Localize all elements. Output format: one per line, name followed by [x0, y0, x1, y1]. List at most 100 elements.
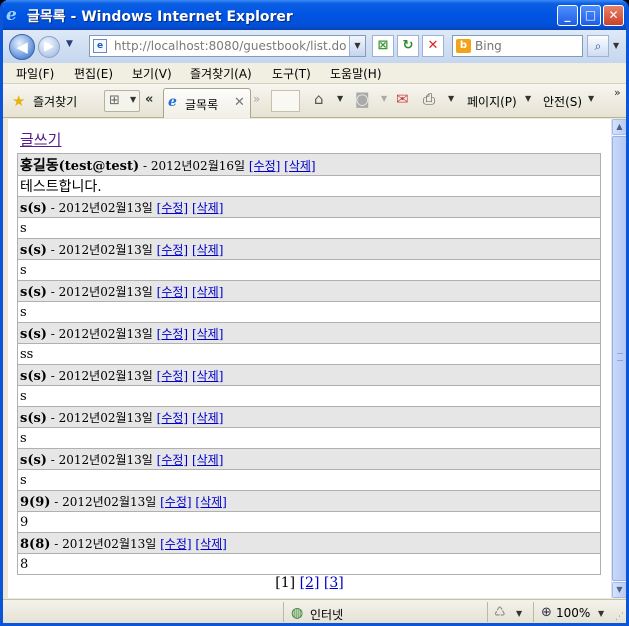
menu-tools[interactable]: 도구(T): [272, 65, 311, 82]
quick-tabs-button[interactable]: ⊞ ▼: [104, 90, 140, 112]
vertical-scrollbar[interactable]: ▲ ▼: [611, 119, 626, 598]
delete-link[interactable]: [삭제]: [192, 327, 223, 341]
page-link-3[interactable]: [3]: [324, 575, 344, 591]
protected-mode-icon[interactable]: ♺: [494, 605, 506, 620]
print-icon[interactable]: ⎙: [423, 90, 435, 108]
resize-grip-icon[interactable]: ⋰: [615, 612, 624, 622]
entry-email: (s): [27, 200, 47, 216]
edit-link[interactable]: [수정]: [160, 495, 191, 509]
edit-link[interactable]: [수정]: [157, 201, 188, 215]
tab-scroll-left-icon[interactable]: «: [145, 92, 153, 107]
entry-header-row: s(s) - 2012년02월13일 [수정] [삭제]: [17, 196, 601, 218]
search-input[interactable]: [475, 38, 579, 54]
delete-link[interactable]: [삭제]: [195, 495, 226, 509]
tab-title: 글목록: [185, 98, 219, 112]
menu-favorites[interactable]: 즐겨찾기(A): [190, 65, 252, 82]
minimize-button[interactable]: _: [557, 5, 578, 26]
recent-pages-dropdown-icon[interactable]: ▼: [66, 39, 73, 49]
address-bar[interactable]: e http://localhost:8080/guestbook/list.d…: [89, 35, 366, 57]
edit-link[interactable]: [수정]: [249, 159, 280, 173]
page-link-2[interactable]: [2]: [300, 575, 320, 591]
safety-dropdown-icon[interactable]: ▼: [588, 94, 594, 103]
close-window-button[interactable]: ✕: [603, 5, 624, 26]
address-dropdown-icon[interactable]: ▼: [349, 36, 365, 56]
forward-button[interactable]: ▶: [38, 36, 60, 58]
edit-link[interactable]: [수정]: [157, 411, 188, 425]
edit-link[interactable]: [수정]: [157, 369, 188, 383]
delete-link[interactable]: [삭제]: [192, 285, 223, 299]
title-bar[interactable]: e 글목록 - Windows Internet Explorer _ □ ✕: [3, 0, 626, 30]
page-viewport: 글쓰기 홍길동(test@test) - 2012년02월16일 [수정] [삭…: [8, 119, 611, 598]
feeds-icon[interactable]: ◙: [355, 90, 370, 108]
feeds-dropdown-icon[interactable]: ▼: [381, 94, 387, 103]
search-button[interactable]: ⌕: [587, 35, 609, 57]
edit-link[interactable]: [수정]: [157, 243, 188, 257]
tab-list-dropdown-icon[interactable]: ▼: [130, 95, 136, 104]
refresh-button[interactable]: ↻: [397, 35, 419, 57]
zoom-icon[interactable]: ⊕: [541, 605, 552, 620]
tab-close-icon[interactable]: ✕: [234, 95, 245, 110]
tab-scroll-right-icon[interactable]: »: [253, 92, 260, 106]
scroll-up-icon[interactable]: ▲: [612, 119, 626, 135]
stop-icon: ✕: [427, 38, 439, 53]
menu-help[interactable]: 도움말(H): [330, 65, 382, 82]
window-title: 글목록 - Windows Internet Explorer: [27, 9, 293, 25]
refresh-icon: ↻: [402, 38, 414, 53]
security-zone[interactable]: 인터넷: [310, 606, 343, 623]
delete-link[interactable]: [삭제]: [195, 537, 226, 551]
address-url[interactable]: http://localhost:8080/guestbook/list.do: [114, 39, 347, 53]
entry-content: s: [17, 469, 601, 491]
maximize-button[interactable]: □: [580, 5, 601, 26]
menu-file[interactable]: 파일(F): [16, 65, 54, 82]
tab-current[interactable]: e 글목록 ✕: [163, 88, 251, 118]
new-tab-button[interactable]: [271, 90, 300, 112]
zoom-dropdown-icon[interactable]: ▼: [598, 609, 604, 618]
edit-link[interactable]: [수정]: [157, 453, 188, 467]
write-post-link[interactable]: 글쓰기: [20, 129, 61, 150]
favorites-button[interactable]: 즐겨찾기: [33, 93, 77, 110]
entry-email: (test@test): [58, 158, 140, 174]
menu-view[interactable]: 보기(V): [132, 65, 172, 82]
entry-email: (9): [29, 494, 51, 510]
delete-link[interactable]: [삭제]: [192, 453, 223, 467]
more-commands-icon[interactable]: »: [614, 86, 621, 99]
delete-link[interactable]: [삭제]: [192, 411, 223, 425]
edit-link[interactable]: [수정]: [157, 327, 188, 341]
page-menu[interactable]: 페이지(P): [467, 93, 517, 110]
delete-link[interactable]: [삭제]: [192, 201, 223, 215]
home-icon[interactable]: ⌂: [314, 90, 324, 108]
home-dropdown-icon[interactable]: ▼: [337, 94, 343, 103]
favorites-star-icon[interactable]: ★: [12, 92, 25, 110]
back-button[interactable]: ◀: [9, 34, 35, 60]
delete-link[interactable]: [삭제]: [192, 243, 223, 257]
protected-mode-dropdown-icon[interactable]: ▼: [516, 609, 522, 618]
entry-date: 2012년02월13일: [58, 242, 153, 257]
entry-date-sep: -: [46, 368, 59, 383]
delete-link[interactable]: [삭제]: [192, 369, 223, 383]
edit-link[interactable]: [수정]: [160, 537, 191, 551]
entry-content-row: s: [17, 259, 601, 281]
entry-header-cell: 8(8) - 2012년02월13일 [수정] [삭제]: [17, 532, 601, 554]
command-bar: ★ 즐겨찾기 ⊞ ▼ « e 글목록 ✕ » ⌂ ▼ ◙ ▼ ✉ ⎙ ▼ 페이지…: [3, 84, 626, 118]
safety-menu[interactable]: 안전(S): [543, 93, 582, 110]
page-dropdown-icon[interactable]: ▼: [525, 94, 531, 103]
search-box[interactable]: b: [452, 35, 583, 57]
compatibility-view-button[interactable]: ⊠: [372, 35, 394, 57]
zoom-level[interactable]: 100%: [556, 606, 590, 620]
print-dropdown-icon[interactable]: ▼: [448, 94, 454, 103]
entry-date: 2012년02월13일: [58, 284, 153, 299]
entry-author: 8: [20, 536, 30, 552]
edit-link[interactable]: [수정]: [157, 285, 188, 299]
stop-button[interactable]: ✕: [422, 35, 444, 57]
entry-content-row: 테스트합니다.: [17, 175, 601, 197]
mail-icon[interactable]: ✉: [396, 90, 409, 108]
entry-content: s: [17, 427, 601, 449]
delete-link[interactable]: [삭제]: [284, 159, 315, 173]
entry-content: 9: [17, 511, 601, 533]
menu-edit[interactable]: 편집(E): [74, 65, 113, 82]
entry-header-cell: s(s) - 2012년02월13일 [수정] [삭제]: [17, 364, 601, 386]
scrollbar-thumb[interactable]: [612, 136, 626, 581]
search-options-dropdown-icon[interactable]: ▼: [613, 41, 619, 50]
scroll-down-icon[interactable]: ▼: [612, 582, 626, 598]
status-bar: ◍ 인터넷 ♺ ▼ ⊕ 100% ▼ ⋰: [3, 599, 626, 623]
